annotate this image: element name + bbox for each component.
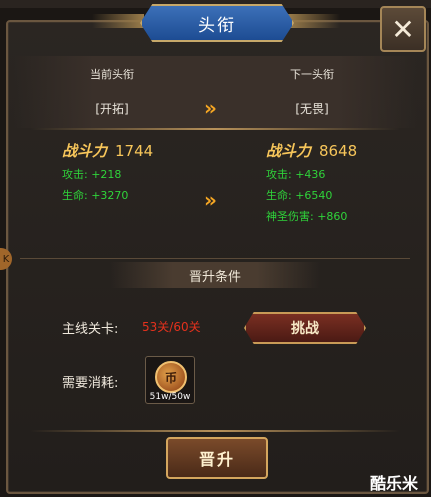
- current-title-header: 当前头衔: [90, 68, 134, 81]
- watermark: 酷乐米: [370, 474, 419, 493]
- next-title-tag: [无畏]: [295, 102, 329, 116]
- next-stat-hp: 生命: +6540: [266, 189, 333, 202]
- current-title-tag: [开拓]: [95, 102, 129, 116]
- close-icon: ✕: [391, 12, 415, 46]
- section-divider: [20, 258, 410, 259]
- promote-button[interactable]: 晋升: [166, 437, 268, 479]
- challenge-button-label: 挑战: [291, 321, 319, 337]
- current-power-label: 战斗力: [62, 142, 108, 160]
- item-count: 51w/50w: [149, 392, 191, 402]
- challenge-button[interactable]: 挑战: [244, 312, 366, 344]
- stage-progress: 53关/60关: [142, 320, 201, 334]
- next-power-label: 战斗力: [266, 142, 312, 160]
- conditions-title: 晋升条件: [188, 269, 241, 285]
- promote-button-label: 晋升: [198, 450, 235, 469]
- divider-gold: [30, 128, 400, 130]
- next-stat-holy-damage: 神圣伤害: +860: [266, 210, 348, 223]
- arrow-right-icon: »: [204, 96, 217, 120]
- title-wing-right: [288, 14, 340, 28]
- current-power-value: 1744: [115, 142, 154, 160]
- current-stat-hp: 生命: +3270: [62, 189, 129, 202]
- arrow-right-icon: »: [204, 188, 217, 212]
- dialog-title: 头衔: [198, 15, 236, 36]
- cost-label: 需要消耗:: [62, 376, 119, 391]
- divider-gold-bottom: [30, 430, 400, 432]
- title-wing-left: [92, 14, 144, 28]
- next-power-value: 8648: [319, 142, 358, 160]
- next-power-block: 战斗力 8648 攻击: +436 生命: +6540 神圣伤害: +860: [266, 140, 357, 224]
- next-title-header: 下一头衔: [290, 68, 334, 81]
- cost-item-slot[interactable]: 币 51w/50w: [145, 356, 195, 404]
- current-stat-attack: 攻击: +218: [62, 168, 122, 181]
- close-button[interactable]: ✕: [380, 6, 426, 52]
- conditions-header: 晋升条件: [110, 262, 320, 288]
- dialog-title-banner: 头衔: [140, 4, 294, 42]
- stage-label: 主线关卡:: [62, 322, 119, 337]
- current-power-block: 战斗力 1744 攻击: +218 生命: +3270: [62, 140, 153, 203]
- next-stat-attack: 攻击: +436: [266, 168, 326, 181]
- coin-icon: 币: [155, 361, 187, 393]
